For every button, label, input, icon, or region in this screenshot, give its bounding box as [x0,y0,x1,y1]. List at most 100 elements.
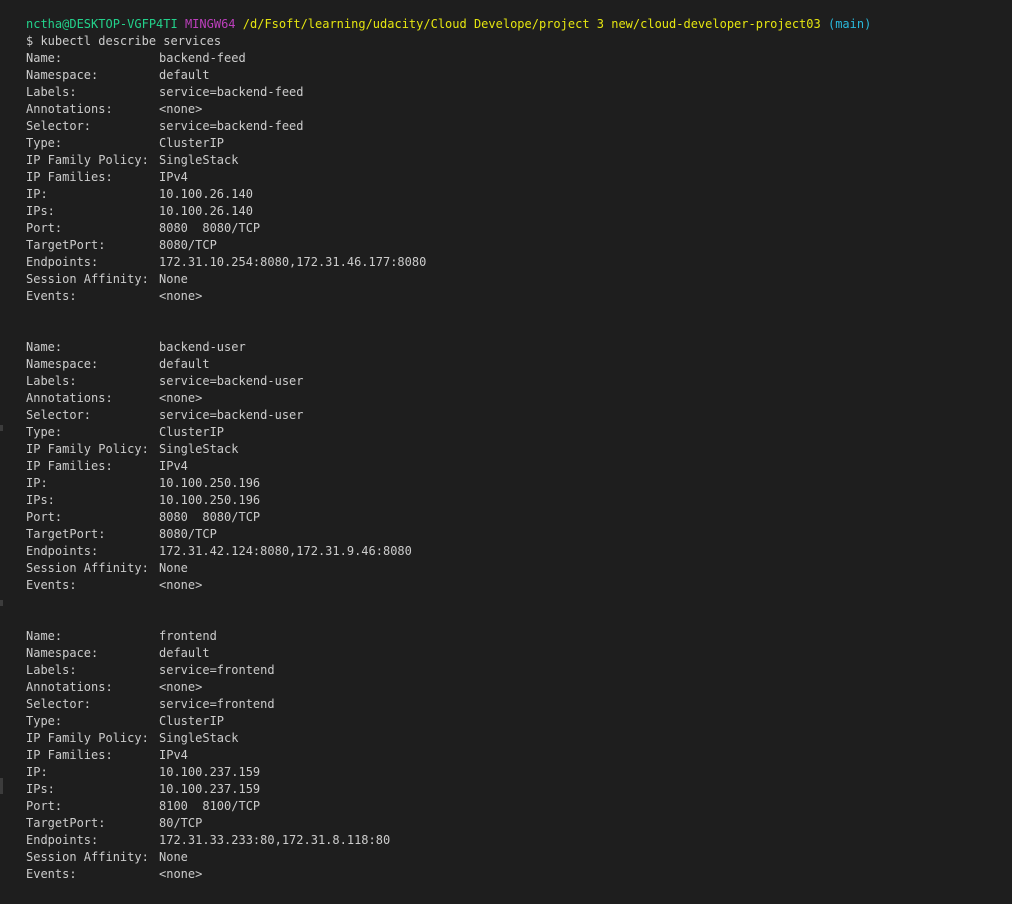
field-key: Name: [26,629,63,643]
service-field-row: IP: 10.100.237.159 [26,764,1012,781]
field-value: backend-user [159,340,246,354]
service-field-row: Labels: service=frontend [26,662,1012,679]
scroll-marker [0,778,3,794]
field-key: Session Affinity: [26,850,149,864]
field-key: IPs: [26,782,55,796]
service-field-row: Namespace: default [26,645,1012,662]
service-field-row: Events: <none> [26,577,1012,594]
field-value: ClusterIP [159,136,225,150]
prompt-line: nctha@DESKTOP-VGFP4TI MINGW64 /d/Fsoft/l… [26,16,1012,33]
field-value: 10.100.26.140 [159,204,253,218]
service-field-row: Name: backend-user [26,339,1012,356]
field-value: 172.31.33.233:80,172.31.8.118:80 [159,833,391,847]
field-key: IPs: [26,493,55,507]
service-field-row: Namespace: default [26,67,1012,84]
field-key: Labels: [26,663,77,677]
service-field-row: IP: 10.100.250.196 [26,475,1012,492]
service-field-row: IP Families: IPv4 [26,458,1012,475]
service-field-row: Endpoints: 172.31.10.254:8080,172.31.46.1… [26,254,1012,271]
field-value: service=backend-user [159,408,304,422]
service-field-row: Type: ClusterIP [26,135,1012,152]
field-value: 10.100.237.159 [159,765,261,779]
field-value: service=backend-feed [159,119,304,133]
field-key: Port: [26,510,63,524]
field-key: IP: [26,187,48,201]
field-value: <none> [159,102,203,116]
terminal-output[interactable]: nctha@DESKTOP-VGFP4TI MINGW64 /d/Fsoft/l… [26,16,1012,883]
field-value: IPv4 [159,459,188,473]
field-key: Endpoints: [26,544,99,558]
service-field-row: IP Family Policy: SingleStack [26,730,1012,747]
field-value: 10.100.26.140 [159,187,253,201]
field-value: 8080 8080/TCP [159,221,261,235]
field-key: Events: [26,289,77,303]
field-value: None [159,272,188,286]
service-field-row: Selector: service=backend-feed [26,118,1012,135]
field-value: 8080 8080/TCP [159,510,261,524]
field-key: IP: [26,476,48,490]
field-key: IP: [26,765,48,779]
field-value: ClusterIP [159,425,225,439]
service-field-row: Endpoints: 172.31.33.233:80,172.31.8.118:… [26,832,1012,849]
field-value: default [159,68,210,82]
service-block: Name: frontend Namespace: default Labels: ser… [26,628,1012,883]
service-field-row: Events: <none> [26,866,1012,883]
field-key: IP Families: [26,170,113,184]
terminal-panel[interactable]: nctha@DESKTOP-VGFP4TI MINGW64 /d/Fsoft/l… [0,0,1012,904]
prompt-branch: (main) [827,17,872,31]
field-value: service=frontend [159,663,275,677]
field-value: 10.100.237.159 [159,782,261,796]
service-field-row: IP: 10.100.26.140 [26,186,1012,203]
service-field-row: Annotations: <none> [26,390,1012,407]
service-field-row: Session Affinity: None [26,271,1012,288]
service-field-row: Session Affinity: None [26,849,1012,866]
service-field-row: TargetPort: 80/TCP [26,815,1012,832]
field-key: Events: [26,578,77,592]
service-field-row: Selector: service=backend-user [26,407,1012,424]
service-field-row: Labels: service=backend-feed [26,84,1012,101]
service-field-row: Endpoints: 172.31.42.124:8080,172.31.9.46… [26,543,1012,560]
field-value: default [159,357,210,371]
field-key: Session Affinity: [26,272,149,286]
field-value: ClusterIP [159,714,225,728]
field-key: IP Family Policy: [26,442,149,456]
field-key: Annotations: [26,102,113,116]
service-field-row: Annotations: <none> [26,679,1012,696]
service-field-row: Name: backend-feed [26,50,1012,67]
field-key: Type: [26,714,63,728]
field-key: TargetPort: [26,527,106,541]
field-key: Name: [26,340,63,354]
field-value: SingleStack [159,731,239,745]
field-value: 8100 8100/TCP [159,799,261,813]
service-field-row: IPs: 10.100.26.140 [26,203,1012,220]
service-field-row: Port: 8100 8100/TCP [26,798,1012,815]
field-value: 8080/TCP [159,238,217,252]
field-key: Annotations: [26,680,113,694]
field-value: 10.100.250.196 [159,493,261,507]
service-field-row: Labels: service=backend-user [26,373,1012,390]
service-field-row: Type: ClusterIP [26,713,1012,730]
services-output: Name: backend-feed Namespace: default Labels… [26,50,1012,883]
field-value: service=backend-feed [159,85,304,99]
field-key: Labels: [26,374,77,388]
service-field-row: Events: <none> [26,288,1012,305]
field-key: Events: [26,867,77,881]
field-key: TargetPort: [26,816,106,830]
field-key: Labels: [26,85,77,99]
field-key: Session Affinity: [26,561,149,575]
service-field-row: IP Family Policy: SingleStack [26,441,1012,458]
field-key: Name: [26,51,63,65]
service-field-row: IP Families: IPv4 [26,169,1012,186]
field-value: IPv4 [159,170,188,184]
scroll-marker [0,600,3,606]
service-field-row: Type: ClusterIP [26,424,1012,441]
service-field-row: Namespace: default [26,356,1012,373]
command-line: $ kubectl describe services [26,34,222,48]
prompt-shell: MINGW64 [184,17,236,31]
field-value: SingleStack [159,153,239,167]
service-field-row: TargetPort: 8080/TCP [26,526,1012,543]
field-value: SingleStack [159,442,239,456]
